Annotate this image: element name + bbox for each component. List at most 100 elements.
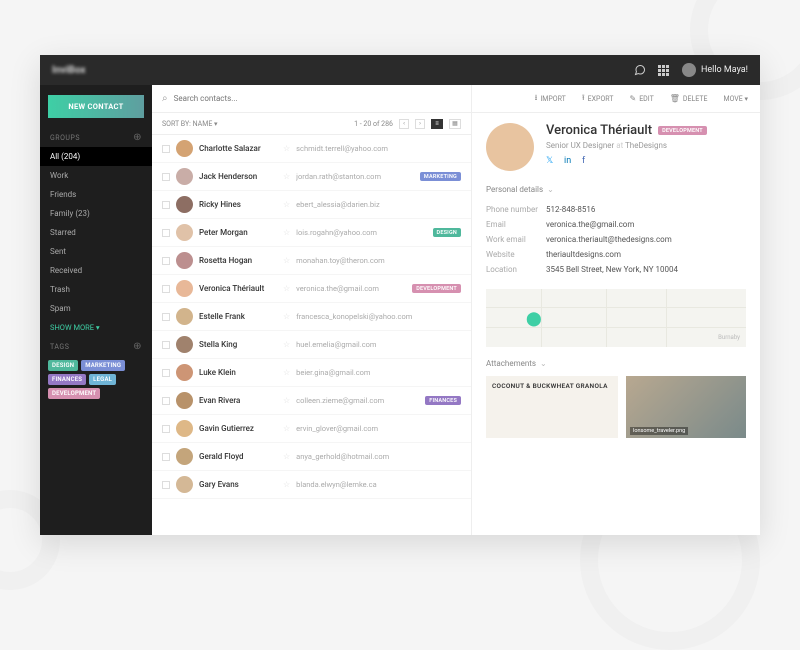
- star-icon[interactable]: ☆: [283, 312, 290, 321]
- star-icon[interactable]: ☆: [283, 172, 290, 181]
- contact-email: colleen.zieme@gmail.com: [296, 396, 419, 405]
- star-icon[interactable]: ☆: [283, 424, 290, 433]
- add-group-icon[interactable]: ⊕: [133, 132, 142, 143]
- avatar-icon: [176, 476, 193, 493]
- twitter-icon[interactable]: 𝕏: [546, 156, 556, 166]
- contact-email: monahan.toy@theron.com: [296, 256, 461, 265]
- attachment-document[interactable]: COCONUT & BUCKWHEAT GRANOLA: [486, 376, 618, 438]
- location-map[interactable]: ⬤ Burnaby: [486, 289, 746, 347]
- contact-row[interactable]: Veronica Thériault☆veronica.the@gmail.co…: [152, 275, 471, 303]
- contact-row[interactable]: Peter Morgan☆lois.rogahn@yahoo.comDESIGN: [152, 219, 471, 247]
- import-button[interactable]: ⭳IMPORT: [531, 92, 570, 106]
- search-input[interactable]: [174, 94, 461, 103]
- avatar-icon: [176, 392, 193, 409]
- show-more-button[interactable]: SHOW MORE ▾: [40, 318, 152, 337]
- sidebar-group-item[interactable]: All (204): [40, 147, 152, 166]
- star-icon[interactable]: ☆: [283, 144, 290, 153]
- checkbox[interactable]: [162, 425, 170, 433]
- star-icon[interactable]: ☆: [283, 452, 290, 461]
- pager-next-button[interactable]: ›: [415, 119, 425, 129]
- avatar-icon: [176, 308, 193, 325]
- sidebar-group-item[interactable]: Spam: [40, 299, 152, 318]
- sidebar-tag[interactable]: DESIGN: [48, 360, 78, 371]
- contact-tag: MARKETING: [420, 172, 461, 181]
- checkbox[interactable]: [162, 313, 170, 321]
- sidebar-tag[interactable]: MARKETING: [81, 360, 125, 371]
- star-icon[interactable]: ☆: [283, 256, 290, 265]
- star-icon[interactable]: ☆: [283, 480, 290, 489]
- apps-grid-icon[interactable]: [658, 64, 670, 76]
- sidebar-group-item[interactable]: Trash: [40, 280, 152, 299]
- checkbox[interactable]: [162, 285, 170, 293]
- linkedin-icon[interactable]: in: [564, 156, 574, 166]
- checkbox[interactable]: [162, 397, 170, 405]
- facebook-icon[interactable]: f: [582, 156, 592, 166]
- detail-label: Phone number: [486, 205, 546, 214]
- sidebar: NEW CONTACT GROUPS ⊕ All (204)WorkFriend…: [40, 85, 152, 535]
- star-icon[interactable]: ☆: [283, 340, 290, 349]
- delete-button[interactable]: 🗑DELETE: [666, 94, 712, 103]
- checkbox[interactable]: [162, 481, 170, 489]
- checkbox[interactable]: [162, 229, 170, 237]
- contact-tag: DESIGN: [433, 228, 461, 237]
- star-icon[interactable]: ☆: [283, 228, 290, 237]
- view-grid-button[interactable]: ▦: [449, 119, 461, 129]
- contact-row[interactable]: Gary Evans☆blanda.elwyn@lemke.ca: [152, 471, 471, 499]
- sidebar-tag[interactable]: LEGAL: [89, 374, 116, 385]
- avatar-icon: [176, 224, 193, 241]
- checkbox[interactable]: [162, 145, 170, 153]
- add-tag-icon[interactable]: ⊕: [133, 341, 142, 352]
- contact-row[interactable]: Gavin Gutierrez☆ervin_glover@gmail.com: [152, 415, 471, 443]
- star-icon[interactable]: ☆: [283, 368, 290, 377]
- contact-row[interactable]: Estelle Frank☆francesca_konopelski@yahoo…: [152, 303, 471, 331]
- contact-row[interactable]: Luke Klein☆beier.gina@gmail.com: [152, 359, 471, 387]
- sidebar-group-item[interactable]: Family (23): [40, 204, 152, 223]
- attachment-image[interactable]: lonsome_traveler.png: [626, 376, 746, 438]
- contact-row[interactable]: Gerald Floyd☆anya_gerhold@hotmail.com: [152, 443, 471, 471]
- detail-value: veronica.theriault@thedesigns.com: [546, 235, 672, 244]
- sidebar-group-item[interactable]: Work: [40, 166, 152, 185]
- sidebar-tag[interactable]: DEVELOPMENT: [48, 388, 100, 399]
- checkbox[interactable]: [162, 173, 170, 181]
- checkbox[interactable]: [162, 257, 170, 265]
- contact-row[interactable]: Charlotte Salazar☆schmidt.terrell@yahoo.…: [152, 135, 471, 163]
- contact-email: schmidt.terrell@yahoo.com: [296, 144, 461, 153]
- profile-name: Veronica Thériault: [546, 123, 652, 138]
- profile-avatar: [486, 123, 534, 171]
- sidebar-group-item[interactable]: Sent: [40, 242, 152, 261]
- sidebar-group-item[interactable]: Starred: [40, 223, 152, 242]
- sidebar-group-item[interactable]: Received: [40, 261, 152, 280]
- contact-row[interactable]: Ricky Hines☆ebert_alessia@darien.biz: [152, 191, 471, 219]
- checkbox[interactable]: [162, 201, 170, 209]
- sort-button[interactable]: SORT BY: NAME ▾: [162, 120, 218, 128]
- contact-email: francesca_konopelski@yahoo.com: [296, 312, 461, 321]
- export-button[interactable]: ⭱EXPORT: [578, 92, 618, 106]
- new-contact-button[interactable]: NEW CONTACT: [48, 95, 144, 118]
- attachments-header[interactable]: Attachements: [472, 355, 760, 372]
- profile-title: Senior UX Designer at TheDesigns: [546, 141, 707, 150]
- checkbox[interactable]: [162, 341, 170, 349]
- chat-icon[interactable]: [634, 64, 646, 76]
- contact-row[interactable]: Stella King☆huel.emelia@gmail.com: [152, 331, 471, 359]
- view-list-button[interactable]: ≡: [431, 119, 443, 129]
- star-icon[interactable]: ☆: [283, 396, 290, 405]
- contact-row[interactable]: Evan Rivera☆colleen.zieme@gmail.comFINAN…: [152, 387, 471, 415]
- user-avatar-icon: [682, 63, 696, 77]
- app-window: InviBox Hello Maya! NEW CONTACT GROUPS ⊕…: [40, 55, 760, 535]
- contact-row[interactable]: Jack Henderson☆jordan.rath@stanton.comMA…: [152, 163, 471, 191]
- greeting-text: Hello Maya!: [701, 65, 748, 75]
- contact-row[interactable]: Rosetta Hogan☆monahan.toy@theron.com: [152, 247, 471, 275]
- personal-details-header[interactable]: Personal details: [472, 181, 760, 198]
- checkbox[interactable]: [162, 369, 170, 377]
- contact-email: anya_gerhold@hotmail.com: [296, 452, 461, 461]
- checkbox[interactable]: [162, 453, 170, 461]
- pager-prev-button[interactable]: ‹: [399, 119, 409, 129]
- star-icon[interactable]: ☆: [283, 200, 290, 209]
- sidebar-group-item[interactable]: Friends: [40, 185, 152, 204]
- move-button[interactable]: MOVE ▾: [719, 95, 752, 103]
- user-greeting[interactable]: Hello Maya!: [682, 63, 748, 77]
- star-icon[interactable]: ☆: [283, 284, 290, 293]
- edit-button[interactable]: ✎EDIT: [625, 94, 657, 103]
- avatar-icon: [176, 168, 193, 185]
- sidebar-tag[interactable]: FINANCES: [48, 374, 86, 385]
